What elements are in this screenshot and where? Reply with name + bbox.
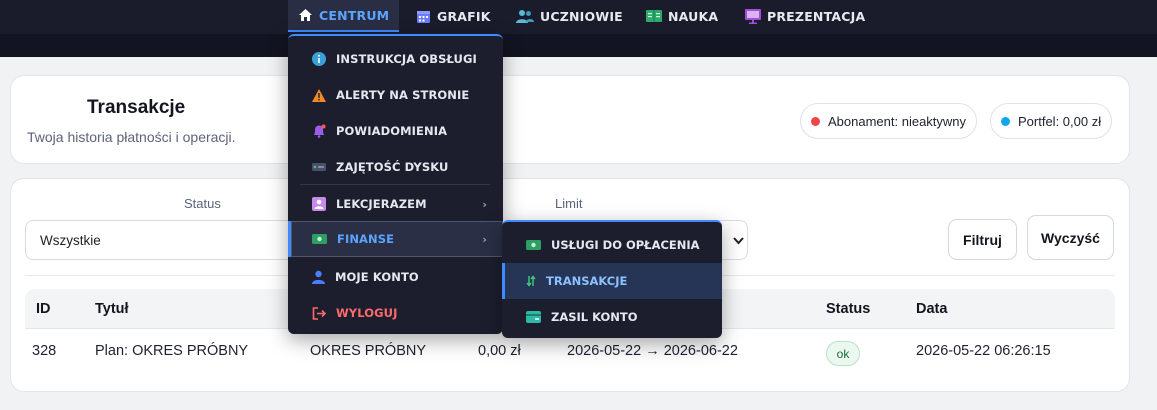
menu-item-wyloguj[interactable]: WYLOGUJ — [288, 295, 503, 331]
column-header-id: ID — [36, 301, 51, 317]
menu-item-label: FINANSE — [337, 232, 395, 246]
subscription-status-text: Abonament: nieaktywny — [828, 113, 967, 129]
exchange-icon — [526, 275, 536, 287]
centrum-dropdown-menu: INSTRUKCJA OBSŁUGI ALERTY NA STRONIE POW… — [288, 34, 503, 334]
submenu-item-uslugi[interactable]: USŁUGI DO OPŁACENIA — [502, 227, 722, 263]
limit-filter-label: Limit — [555, 196, 583, 211]
submenu-item-label: TRANSAKCJE — [546, 274, 628, 288]
submenu-item-label: USŁUGI DO OPŁACENIA — [551, 238, 700, 252]
menu-item-alerty[interactable]: ALERTY NA STRONIE — [288, 77, 503, 113]
column-header-status: Status — [826, 301, 871, 317]
menu-item-instrukcja[interactable]: INSTRUKCJA OBSŁUGI — [288, 41, 503, 77]
row-period: 2026-05-22 → 2026-06-22 — [567, 343, 738, 359]
row-amount: 0,00 zł — [478, 343, 521, 359]
menu-item-label: INSTRUKCJA OBSŁUGI — [336, 52, 477, 66]
users-icon — [516, 9, 534, 24]
menu-item-label: ZAJĘTOŚĆ DYSKU — [336, 160, 449, 174]
menu-item-zajetosc-dysku[interactable]: ZAJĘTOŚĆ DYSKU — [288, 149, 503, 185]
nav-nauka[interactable]: NAUKA — [646, 0, 718, 32]
nav-grafik-label: GRAFIK — [437, 8, 491, 24]
nav-prezentacja[interactable]: PREZENTACJA — [745, 0, 865, 32]
book-icon — [646, 9, 662, 23]
subscription-status-badge[interactable]: Abonament: nieaktywny — [800, 103, 978, 139]
home-icon — [298, 8, 313, 22]
menu-divider — [300, 184, 490, 185]
row-date: 2026-05-22 06:26:15 — [916, 343, 1051, 359]
chevron-right-icon: › — [482, 197, 487, 211]
wallet-balance-badge[interactable]: Portfel: 0,00 zł — [990, 103, 1113, 139]
status-dot-icon — [811, 116, 820, 126]
row-title: Plan: OKRES PRÓBNY — [95, 343, 249, 359]
wallet-icon — [526, 311, 541, 323]
submenu-item-zasil-konto[interactable]: ZASIL KONTO — [502, 299, 722, 335]
user-icon — [312, 270, 325, 284]
nav-centrum-label: CENTRUM — [319, 7, 390, 23]
menu-item-label: ALERTY NA STRONIE — [336, 88, 470, 102]
chevron-right-icon: › — [482, 232, 487, 246]
menu-item-label: POWIADOMIENIA — [336, 124, 448, 138]
logout-icon — [312, 306, 326, 320]
nav-prezentacja-label: PREZENTACJA — [767, 8, 866, 24]
navbar-subbar — [0, 34, 1157, 57]
disk-icon — [312, 163, 326, 171]
row-type: OKRES PRÓBNY — [310, 343, 427, 359]
warning-icon — [312, 88, 326, 102]
calendar-icon — [416, 9, 431, 24]
nav-uczniowie[interactable]: UCZNIOWIE — [516, 0, 623, 32]
wallet-dot-icon — [1001, 116, 1010, 126]
status-filter-label: Status — [184, 196, 221, 211]
filter-button[interactable]: Filtruj — [948, 219, 1017, 260]
wallet-balance-text: Portfel: 0,00 zł — [1018, 113, 1102, 129]
page-subtitle: Twoja historia płatności i operacji. — [27, 129, 236, 145]
column-header-date: Data — [916, 301, 948, 317]
nav-grafik[interactable]: GRAFIK — [416, 0, 491, 32]
info-icon — [312, 52, 326, 66]
menu-item-powiadomienia[interactable]: POWIADOMIENIA — [288, 113, 503, 149]
clear-button[interactable]: Wyczyść — [1027, 215, 1114, 260]
chevron-down-icon — [733, 234, 744, 248]
status-select[interactable]: Wszystkie — [25, 220, 325, 260]
menu-item-label: MOJE KONTO — [335, 270, 419, 284]
column-header-title: Tytuł — [95, 301, 129, 317]
bell-icon — [312, 124, 326, 138]
nav-nauka-label: NAUKA — [668, 8, 719, 24]
menu-item-moje-konto[interactable]: MOJE KONTO — [288, 259, 503, 295]
money-icon — [312, 234, 327, 244]
menu-item-label: WYLOGUJ — [336, 306, 398, 320]
submenu-item-label: ZASIL KONTO — [551, 310, 638, 324]
user-card-icon — [312, 197, 326, 211]
menu-item-finanse[interactable]: FINANSE › — [288, 221, 503, 257]
page-title: Transakcje — [87, 97, 186, 118]
menu-item-label: LEKCJERAZEM — [336, 197, 427, 211]
nav-centrum[interactable]: CENTRUM — [288, 0, 400, 32]
money-icon — [526, 240, 541, 250]
finanse-submenu: USŁUGI DO OPŁACENIA TRANSAKCJE ZASIL KON… — [502, 220, 722, 338]
submenu-item-transakcje[interactable]: TRANSAKCJE — [502, 263, 722, 299]
menu-item-lekcjerazem[interactable]: LEKCJERAZEM › — [288, 186, 503, 222]
presentation-icon — [745, 8, 761, 24]
status-badge: ok — [826, 341, 860, 366]
nav-uczniowie-label: UCZNIOWIE — [540, 8, 623, 24]
row-id: 328 — [32, 343, 57, 359]
